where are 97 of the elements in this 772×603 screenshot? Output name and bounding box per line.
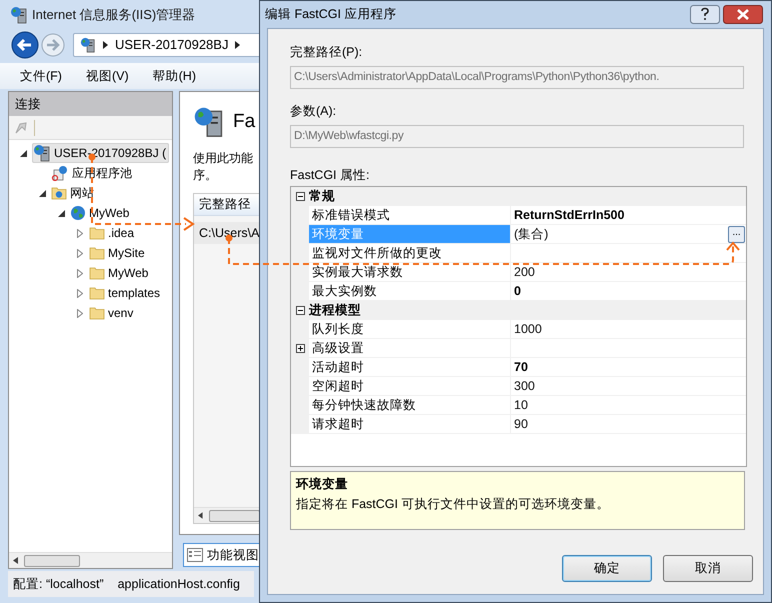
horizontal-scrollbar[interactable]: [9, 552, 172, 568]
property-name[interactable]: 最大实例数: [309, 282, 511, 301]
description-text: 使用此功能: [193, 150, 254, 167]
property-name[interactable]: 实例最大请求数: [309, 263, 511, 282]
value-cell[interactable]: 0: [511, 282, 746, 301]
category-title: 常规: [309, 188, 335, 205]
sites-folder-icon: [51, 186, 67, 200]
folder-icon: [89, 226, 105, 240]
expanded-arrow-icon[interactable]: [38, 190, 46, 196]
dialog-button[interactable]: 取消: [663, 555, 753, 582]
app-pool-icon: [51, 165, 69, 181]
tree-item[interactable]: MyWeb: [70, 203, 132, 223]
collapse-icon[interactable]: [296, 306, 304, 314]
property-name[interactable]: 监视对文件所做的更改: [309, 244, 511, 263]
property-value: 10: [514, 396, 528, 414]
value-cell[interactable]: 300: [511, 377, 746, 396]
property-value: 0: [514, 282, 521, 300]
breadcrumb-arrow-icon: [103, 41, 108, 49]
back-button[interactable]: [11, 31, 39, 59]
menu-item[interactable]: 视图(V): [82, 66, 133, 86]
column-header[interactable]: 完整路径: [194, 194, 262, 216]
status-text: applicationHost.config: [118, 576, 240, 593]
folder-icon: [89, 286, 105, 300]
horizontal-scrollbar[interactable]: [194, 507, 262, 523]
property-name[interactable]: 空闲超时: [309, 377, 511, 396]
collapse-icon[interactable]: [296, 192, 304, 200]
value-cell[interactable]: 1000: [511, 320, 746, 339]
value-cell[interactable]: [511, 339, 746, 358]
field-label: 参数(A):: [290, 103, 338, 119]
server-globe-icon: [10, 6, 28, 24]
property-name[interactable]: 高级设置: [309, 339, 511, 358]
value-cell[interactable]: ReturnStdErrIn500: [511, 206, 746, 225]
scrollbar-thumb[interactable]: [208, 510, 260, 522]
description-text: 序。: [193, 167, 218, 184]
help-button[interactable]: [690, 5, 720, 24]
value-cell[interactable]: 70: [511, 358, 746, 377]
feature-title: Fa: [233, 110, 256, 134]
panel-header: 连接: [9, 92, 172, 116]
tree-item[interactable]: USER-20170928BJ (: [32, 143, 170, 163]
collapsed-arrow-icon[interactable]: [77, 308, 83, 318]
grid-label: FastCGI 属性:: [290, 167, 370, 183]
collapsed-arrow-icon[interactable]: [77, 268, 83, 278]
collapsed-arrow-icon[interactable]: [77, 288, 83, 298]
value-cell[interactable]: [511, 244, 746, 263]
scroll-left-icon[interactable]: [13, 557, 18, 564]
scroll-left-icon[interactable]: [198, 512, 203, 519]
field-label: 完整路径(P):: [290, 44, 364, 60]
feature-view-icon: [187, 548, 203, 562]
globe-icon: [70, 205, 86, 221]
status-text: 配置: “localhost”: [13, 576, 104, 593]
scrollbar-thumb[interactable]: [24, 554, 80, 566]
menu-item[interactable]: 文件(F): [16, 66, 66, 86]
collapsed-arrow-icon[interactable]: [77, 248, 83, 258]
category-title: 进程模型: [309, 302, 361, 319]
ellipsis-button[interactable]: ...: [728, 226, 745, 242]
property-name[interactable]: 活动超时: [309, 358, 511, 377]
expanded-arrow-icon[interactable]: [20, 150, 26, 156]
server-globe-icon: [33, 144, 51, 162]
tree-item[interactable]: MyWeb: [89, 263, 150, 283]
server-globe-icon: [80, 37, 96, 53]
value-cell[interactable]: (集合) ...: [511, 225, 746, 244]
tree-item[interactable]: MySite: [89, 243, 147, 263]
property-name[interactable]: 请求超时: [309, 415, 511, 434]
property-value: 90: [514, 416, 528, 433]
property-value: 1000: [514, 320, 542, 338]
menu-item[interactable]: 帮助(H): [148, 66, 200, 86]
value-cell[interactable]: 10: [511, 396, 746, 415]
property-name[interactable]: 标准错误模式: [309, 206, 511, 225]
window-title: Internet 信息服务(IIS)管理器: [32, 6, 196, 24]
property-name[interactable]: 每分钟快速故障数: [309, 396, 511, 415]
breadcrumb-item[interactable]: USER-20170928BJ: [115, 35, 228, 55]
expanded-arrow-icon[interactable]: [58, 210, 64, 216]
tree-item[interactable]: templates: [89, 283, 162, 303]
property-value: 200: [514, 264, 535, 281]
property-value: ReturnStdErrIn500: [514, 206, 624, 224]
expand-icon[interactable]: [296, 344, 304, 353]
property-name[interactable]: 队列长度: [309, 320, 511, 339]
tree-item[interactable]: venv: [89, 303, 136, 323]
folder-icon: [89, 246, 105, 260]
dialog-button[interactable]: 确定: [562, 555, 652, 582]
value-cell[interactable]: 200: [511, 263, 746, 282]
view-tab[interactable]: 功能视图: [183, 543, 262, 567]
collapsed-arrow-icon[interactable]: [77, 228, 83, 238]
folder-icon: [89, 306, 105, 320]
description-title: 环境变量: [296, 476, 349, 493]
value-cell[interactable]: 90: [511, 415, 746, 434]
address-bar[interactable]: USER-20170928BJ: [73, 33, 262, 57]
description-text: 指定将在 FastCGI 可执行文件中设置的可选环境变量。: [296, 496, 610, 513]
property-value: 70: [514, 358, 528, 376]
breadcrumb-arrow-icon: [235, 41, 240, 49]
folder-icon: [89, 266, 105, 280]
dialog-title: 编辑 FastCGI 应用程序: [265, 6, 396, 24]
property-value: 300: [514, 378, 535, 395]
property-value: (集合): [514, 226, 548, 243]
tree-item[interactable]: .idea: [89, 223, 136, 243]
server-globe-icon: [193, 106, 225, 138]
close-button[interactable]: [723, 5, 763, 24]
